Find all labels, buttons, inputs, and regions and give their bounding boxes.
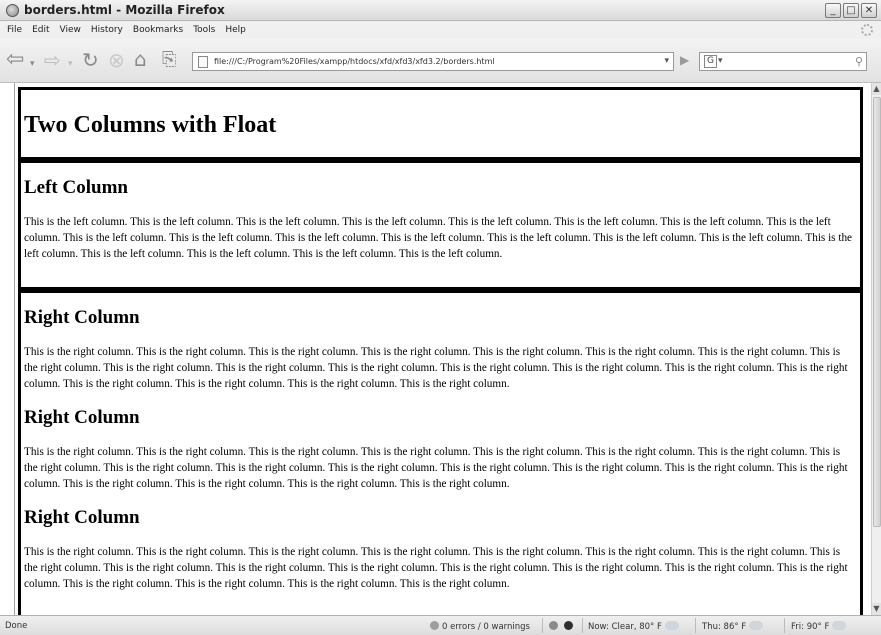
checkmark-icon (430, 621, 439, 630)
weather-fri[interactable]: Fri: 90° F (791, 621, 847, 632)
search-engine-icon[interactable]: G (704, 55, 717, 68)
page-heading: Two Columns with Float (24, 112, 277, 138)
menu-view[interactable]: View (60, 25, 81, 35)
url-text[interactable]: file:///C:/Program%20Files/xampp/htdocs/… (214, 57, 495, 66)
right-column-heading: Right Column (24, 407, 140, 428)
back-arrow-icon[interactable]: ⇦ (6, 49, 24, 71)
forward-dropdown-icon[interactable]: ▾ (68, 53, 73, 75)
close-button[interactable]: ✕ (861, 3, 877, 18)
stop-icon[interactable]: ⊗ (108, 49, 125, 71)
status-divider (582, 618, 583, 633)
navigation-toolbar: ⇦ ▾ ⇨ ▾ ↻ ⊗ ⌂ ⎘ file:///C:/Program%20Fil… (0, 39, 881, 83)
minimize-button[interactable]: _ (825, 3, 841, 18)
cloud-icon (749, 621, 764, 630)
url-bar[interactable]: file:///C:/Program%20Files/xampp/htdocs/… (192, 52, 674, 71)
left-column-heading: Left Column (24, 177, 128, 198)
window-controls: _ □ ✕ (825, 3, 877, 18)
window-titlebar: borders.html - Mozilla Firefox _ □ ✕ (0, 0, 881, 21)
left-column-text: This is the left column. This is the lef… (24, 216, 852, 260)
status-divider (695, 618, 696, 633)
forward-arrow-icon[interactable]: ⇨ (44, 49, 61, 71)
menu-bar: File Edit View History Bookmarks Tools H… (0, 21, 881, 39)
url-dropdown-icon[interactable]: ▾ (664, 56, 669, 66)
header-box: Two Columns with Float (18, 87, 863, 160)
search-engine-dropdown-icon[interactable]: ▾ (718, 56, 723, 66)
right-column-heading: Right Column (24, 307, 140, 328)
vertical-scrollbar[interactable]: ▲ ▼ (871, 83, 881, 615)
reload-icon[interactable]: ↻ (82, 49, 99, 71)
error-count-text: 0 errors / 0 warnings (442, 622, 530, 632)
right-column-heading: Right Column (24, 507, 140, 528)
menu-edit[interactable]: Edit (32, 25, 49, 35)
right-column-text: This is the right column. This is the ri… (24, 446, 848, 490)
go-arrow-icon[interactable]: ▶ (680, 53, 689, 67)
search-magnifier-icon[interactable]: ⚲ (855, 55, 863, 68)
sun-icon (664, 621, 679, 630)
menu-tools[interactable]: Tools (193, 25, 215, 35)
home-icon[interactable]: ⌂ (134, 48, 147, 70)
weather-thu-text: Thu: 86° F (702, 622, 747, 632)
page-viewport: Two Columns with Float Left Column This … (14, 83, 871, 615)
scroll-thumb[interactable] (873, 97, 881, 527)
status-text: Done (5, 621, 28, 631)
status-bar: Done 0 errors / 0 warnings Now: Clear, 8… (0, 615, 881, 635)
scroll-down-arrow-icon[interactable]: ▼ (872, 603, 881, 615)
cloud-icon (832, 621, 847, 630)
weather-now-text: Now: Clear, 80° F (588, 622, 662, 632)
back-dropdown-icon[interactable]: ▾ (30, 53, 35, 75)
error-console-status[interactable]: 0 errors / 0 warnings (430, 621, 530, 632)
search-bar[interactable]: G ▾ ⚲ (699, 52, 867, 71)
menu-bookmarks[interactable]: Bookmarks (133, 25, 183, 35)
bookmark-page-icon[interactable]: ⎘ (162, 49, 176, 71)
weather-thu[interactable]: Thu: 86° F (702, 621, 764, 632)
page-icon (198, 55, 208, 68)
status-icons (549, 621, 576, 632)
right-column-box: Right Column This is the right column. T… (18, 290, 863, 615)
menu-history[interactable]: History (91, 25, 123, 35)
left-column-box: Left Column This is the left column. Thi… (18, 160, 863, 290)
menu-file[interactable]: File (7, 25, 22, 35)
firefox-icon (6, 3, 19, 17)
right-column-text: This is the right column. This is the ri… (24, 546, 848, 590)
weather-now[interactable]: Now: Clear, 80° F (588, 621, 679, 632)
addon-icon[interactable] (563, 621, 573, 630)
status-divider (542, 618, 543, 633)
window-title: borders.html - Mozilla Firefox (24, 3, 225, 17)
weather-fri-text: Fri: 90° F (791, 622, 830, 632)
activity-throbber-icon (861, 24, 873, 36)
block-icon[interactable] (549, 621, 558, 630)
scroll-up-arrow-icon[interactable]: ▲ (872, 83, 881, 95)
maximize-button[interactable]: □ (843, 3, 859, 18)
menu-help[interactable]: Help (225, 25, 246, 35)
right-column-text: This is the right column. This is the ri… (24, 346, 848, 390)
status-divider (784, 618, 785, 633)
